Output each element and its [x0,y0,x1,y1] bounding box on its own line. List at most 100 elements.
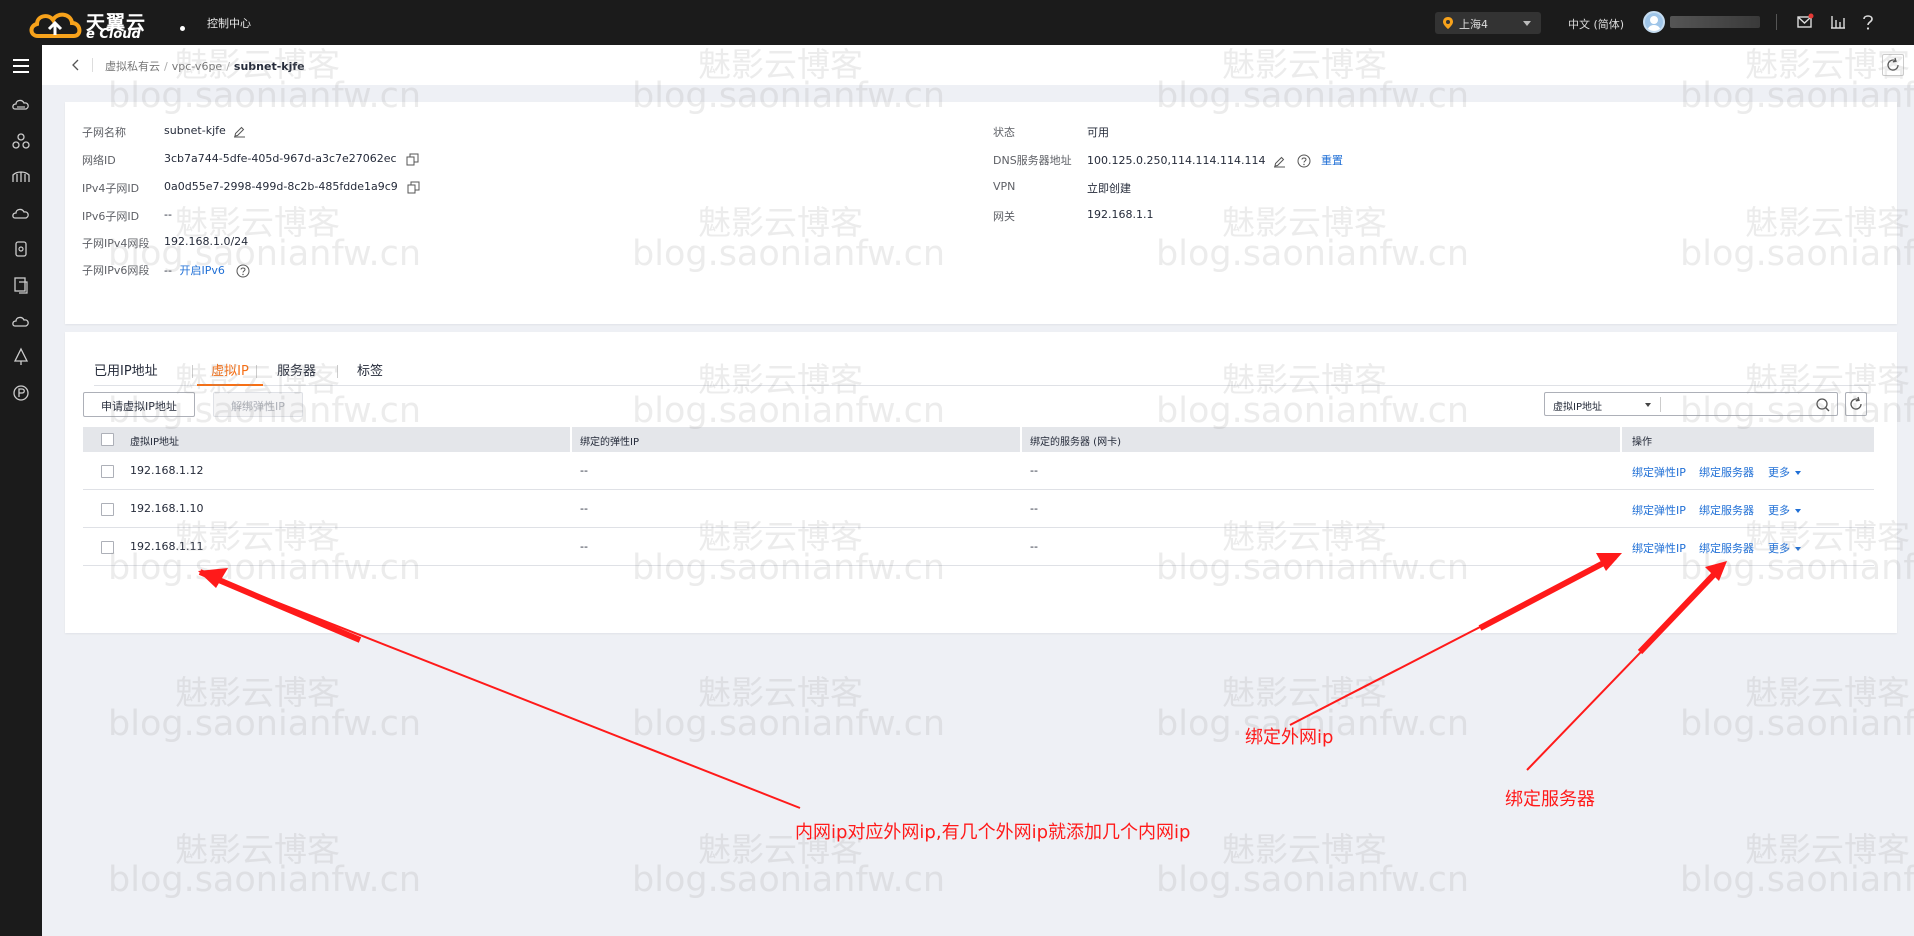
bridge-icon[interactable] [11,167,31,187]
copy-icon[interactable] [407,181,420,194]
column-header: 操作 [1632,437,1652,448]
bind-server-link[interactable]: 绑定服务器 [1699,464,1754,480]
logo-text-en: e Cloud [86,27,141,42]
copy-icon[interactable] [406,153,419,166]
table-row: 192.168.1.10 -- -- 绑定弹性IP 绑定服务器 更多 [83,490,1874,528]
region-selector[interactable]: 上海4 [1435,12,1541,34]
server-cell: -- [1030,540,1038,553]
edit-icon[interactable] [1273,155,1286,168]
table-row: 192.168.1.11 -- -- 绑定弹性IP 绑定服务器 更多 [83,528,1874,566]
chevron-down-icon [1795,547,1801,551]
watermark-en: blog.saonianfw.cn [108,860,422,900]
document-icon[interactable] [11,275,31,295]
region-label: 上海4 [1459,18,1488,31]
unbind-eip-button[interactable]: 解绑弹性IP [213,392,303,417]
bind-server-link[interactable]: 绑定服务器 [1699,540,1754,556]
help-icon[interactable] [1297,154,1311,168]
avatar[interactable] [1643,11,1665,33]
divider [1776,14,1777,30]
watermark-cn: 魅影云博客 [1745,673,1910,712]
breadcrumb-current: subnet-kjfe [233,60,305,73]
billing-icon[interactable] [11,383,31,403]
chart-icon[interactable] [1828,12,1848,32]
help-icon[interactable] [236,264,250,278]
tab-used-ip[interactable]: 已用IP地址 [94,360,158,386]
watermark-en: blog.saonianfw.cn [108,704,422,744]
virtual-ip-card: 已用IP地址 虚拟IP 服务器 标签 申请虚拟IP地址 解绑弹性IP 虚拟IP地… [65,332,1897,633]
back-arrow-icon[interactable] [70,59,82,71]
tab-bar: 已用IP地址 虚拟IP 服务器 标签 [94,360,1869,386]
filter-select[interactable]: 虚拟IP地址 [1553,398,1602,413]
subnet-info-card: 子网名称 subnet-kjfe 网络ID 3cb7a744-5dfe-405d… [65,102,1897,324]
watermark-en: blog.saonianfw.cn [632,704,946,744]
tab-tags[interactable]: 标签 [357,360,383,386]
enable-ipv6-link[interactable]: 开启IPv6 [179,264,224,277]
divider [92,58,93,72]
chevron-down-icon [1645,403,1651,407]
network-icon[interactable] [11,131,31,151]
watermark-en: blog.saonianfw.cn [1680,860,1914,900]
more-dropdown[interactable]: 更多 [1768,540,1801,556]
row-checkbox[interactable] [101,541,114,554]
watermark-cn: 魅影云博客 [175,830,340,869]
row-checkbox[interactable] [101,503,114,516]
status-value: 可用 [1087,126,1109,139]
refresh-icon [1887,57,1899,71]
bind-eip-link[interactable]: 绑定弹性IP [1632,540,1686,556]
console-link[interactable]: 控制中心 [207,15,251,31]
bind-server-link[interactable]: 绑定服务器 [1699,502,1754,518]
watermark-cn: 魅影云博客 [1222,830,1387,869]
create-vpn-link[interactable]: 立即创建 [1087,180,1131,196]
reset-dns-link[interactable]: 重置 [1321,154,1343,167]
refresh-icon [1850,396,1862,410]
row-checkbox[interactable] [101,465,114,478]
breadcrumb: 虚拟私有云 / vpc-v6pe / subnet-kjfe [105,60,305,73]
watermark-cn: 魅影云博客 [698,673,863,712]
ecloud-logo[interactable]: 天翼云 e Cloud [28,6,185,42]
breadcrumb-bar: 虚拟私有云 / vpc-v6pe / subnet-kjfe [42,45,1914,85]
more-dropdown[interactable]: 更多 [1768,502,1801,518]
chevron-down-icon [1795,471,1801,475]
eip-cell: -- [580,464,588,477]
deploy-icon[interactable] [11,347,31,367]
bind-eip-link[interactable]: 绑定弹性IP [1632,502,1686,518]
column-header[interactable]: 虚拟IP地址 [130,433,179,448]
select-all-checkbox[interactable] [101,433,114,446]
cloud-server-icon[interactable] [11,95,31,115]
logo-dot [180,26,185,31]
username-redacted[interactable] [1670,16,1760,28]
refresh-list-button[interactable] [1845,392,1867,416]
chevron-down-icon [1523,21,1531,26]
sidebar [0,45,42,936]
edit-icon[interactable] [233,125,246,138]
location-pin-icon [1443,17,1453,29]
language-selector[interactable]: 中文 (简体) [1568,16,1624,32]
mail-icon[interactable] [1795,12,1815,32]
table-row: 192.168.1.12 -- -- 绑定弹性IP 绑定服务器 更多 [83,452,1874,490]
watermark-cn: 魅影云博客 [1745,830,1910,869]
apply-virtual-ip-button[interactable]: 申请虚拟IP地址 [83,392,195,417]
menu-icon[interactable] [11,56,31,76]
watermark-cn: 魅影云博客 [1222,673,1387,712]
tab-virtual-ip[interactable]: 虚拟IP [197,360,263,386]
tab-servers[interactable]: 服务器 [277,360,316,386]
breadcrumb-item[interactable]: vpc-v6pe [172,60,222,73]
watermark-en: blog.saonianfw.cn [1680,704,1914,744]
help-icon[interactable] [1858,12,1878,32]
subnet-name-value: subnet-kjfe [164,124,246,138]
watermark-cn: 魅影云博客 [175,673,340,712]
top-bar: 天翼云 e Cloud 控制中心 上海4 中文 (简体) [0,0,1914,45]
security-icon[interactable] [11,239,31,259]
bind-eip-link[interactable]: 绑定弹性IP [1632,464,1686,480]
virtual-ip-cell: 192.168.1.12 [130,464,204,477]
cloud-icon[interactable] [11,311,31,331]
search-icon[interactable] [1815,397,1831,413]
refresh-button[interactable] [1882,54,1904,76]
cloud-logo-icon [29,12,82,38]
breadcrumb-item[interactable]: 虚拟私有云 [105,60,160,73]
storage-cloud-icon[interactable] [11,203,31,223]
more-dropdown[interactable]: 更多 [1768,464,1801,480]
column-header: 绑定的服务器 (网卡) [1030,437,1121,448]
watermark-en: blog.saonianfw.cn [632,860,946,900]
search-filter[interactable]: 虚拟IP地址 [1544,392,1838,416]
